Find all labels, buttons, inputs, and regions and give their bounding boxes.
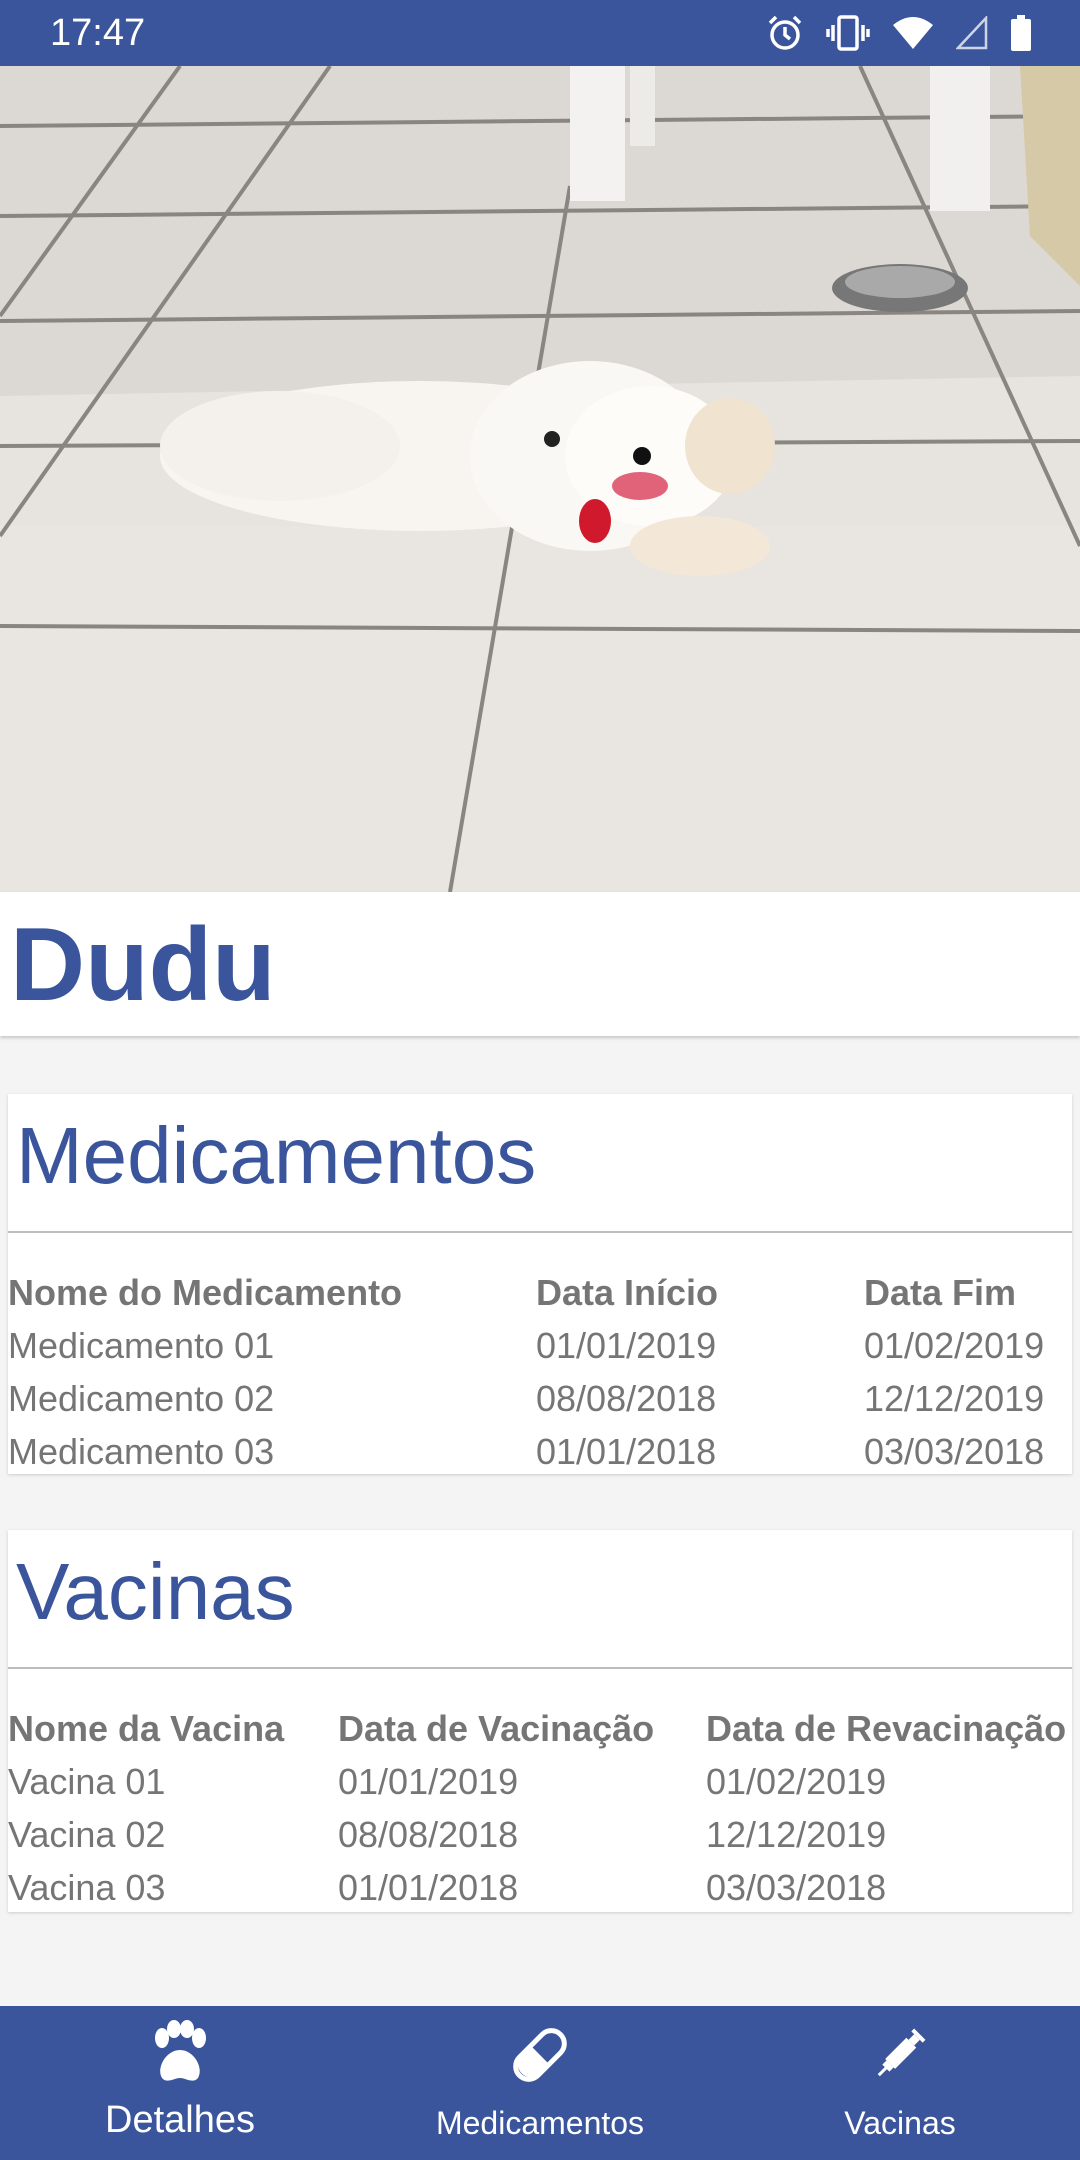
header-data-fim: Data Fim	[864, 1272, 1017, 1313]
header-nome-vacina: Nome da Vacina	[8, 1708, 285, 1749]
header-data-inicio: Data Início	[536, 1272, 719, 1313]
nav-medicamentos-label: Medicamentos	[435, 2105, 645, 2141]
status-bar: 17:47	[0, 0, 1080, 66]
table-row: Vacina 03 01/01/2018 03/03/2018	[8, 1861, 1072, 1914]
bottom-nav: Detalhes Medicamentos Vacinas	[0, 2006, 1080, 2160]
nav-vacinas[interactable]: Vacinas	[750, 2006, 1050, 2160]
status-time: 17:47	[50, 12, 146, 54]
vibrate-icon	[826, 15, 870, 51]
cell-end-date: 03/03/2018	[864, 1431, 1045, 1472]
pet-photo	[0, 66, 1080, 892]
cell-name: Vacina 01	[8, 1761, 166, 1802]
table-header-row: Nome da Vacina Data de Vacinação Data de…	[8, 1702, 1072, 1755]
cell-revaccination-date: 01/02/2019	[706, 1761, 887, 1802]
cell-name: Medicamento 03	[8, 1431, 275, 1472]
nav-detalhes-label: Detalhes	[105, 2099, 255, 2141]
cell-vaccination-date: 08/08/2018	[338, 1814, 519, 1855]
header-data-vacinacao: Data de Vacinação	[338, 1708, 655, 1749]
header-data-revacinacao: Data de Revacinação	[706, 1708, 1067, 1749]
cell-start-date: 01/01/2019	[536, 1325, 717, 1366]
wifi-icon	[893, 17, 933, 49]
paw-icon	[155, 2020, 206, 2081]
divider	[8, 1231, 1072, 1233]
pill-icon	[513, 2028, 567, 2082]
table-row: Medicamento 03 01/01/2018 03/03/2018	[8, 1425, 1072, 1478]
alarm-icon	[768, 15, 802, 50]
pet-name-card: Dudu	[0, 892, 1080, 1036]
cell-end-date: 01/02/2019	[864, 1325, 1045, 1366]
cell-name: Medicamento 02	[8, 1378, 275, 1419]
status-icons	[766, 12, 1032, 54]
table-row: Medicamento 01 01/01/2019 01/02/2019	[8, 1319, 1072, 1372]
syringe-icon	[877, 2028, 926, 2077]
nav-medicamentos[interactable]: Medicamentos	[390, 2006, 690, 2160]
table-row: Vacina 02 08/08/2018 12/12/2019	[8, 1808, 1072, 1861]
medicamentos-title: Medicamentos	[16, 1111, 537, 1200]
cell-end-date: 12/12/2019	[864, 1378, 1045, 1419]
cell-vaccination-date: 01/01/2018	[338, 1867, 519, 1908]
divider	[8, 1667, 1072, 1669]
cell-vaccination-date: 01/01/2019	[338, 1761, 519, 1802]
cell-name: Medicamento 01	[8, 1325, 275, 1366]
signal-icon	[956, 16, 988, 50]
cell-start-date: 08/08/2018	[536, 1378, 717, 1419]
pet-name: Dudu	[10, 907, 276, 1023]
table-row: Vacina 01 01/01/2019 01/02/2019	[8, 1755, 1072, 1808]
cell-name: Vacina 03	[8, 1867, 166, 1908]
cell-name: Vacina 02	[8, 1814, 166, 1855]
cell-revaccination-date: 12/12/2019	[706, 1814, 887, 1855]
vacinas-title: Vacinas	[16, 1547, 295, 1636]
vacinas-card: Vacinas Nome da Vacina Data de Vacinação…	[8, 1530, 1072, 1912]
nav-vacinas-label: Vacinas	[844, 2105, 956, 2141]
table-row: Medicamento 02 08/08/2018 12/12/2019	[8, 1372, 1072, 1425]
medicamentos-table: Nome do Medicamento Data Início Data Fim…	[8, 1266, 1072, 1478]
table-header-row: Nome do Medicamento Data Início Data Fim	[8, 1266, 1072, 1319]
medicamentos-card: Medicamentos Nome do Medicamento Data In…	[8, 1094, 1072, 1474]
battery-icon	[1011, 15, 1031, 51]
cell-start-date: 01/01/2018	[536, 1431, 717, 1472]
vacinas-table: Nome da Vacina Data de Vacinação Data de…	[8, 1702, 1072, 1914]
cell-revaccination-date: 03/03/2018	[706, 1867, 887, 1908]
nav-detalhes[interactable]: Detalhes	[30, 2006, 330, 2160]
header-nome-medicamento: Nome do Medicamento	[8, 1272, 403, 1313]
